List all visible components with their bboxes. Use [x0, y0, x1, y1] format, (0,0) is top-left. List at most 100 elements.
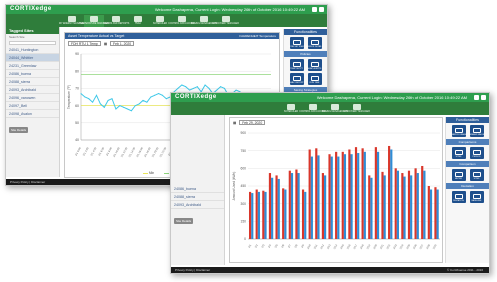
- data-point: [115, 108, 117, 110]
- calendar-icon[interactable]: ▦: [104, 42, 107, 46]
- x-tick-label: 2/17: [352, 243, 358, 250]
- data-point: [92, 101, 94, 103]
- bar: [401, 173, 404, 239]
- data-point: [158, 93, 160, 95]
- site-item[interactable]: 24098_Avalon: [6, 110, 59, 118]
- baseline-button[interactable]: BASELINE: [469, 191, 484, 203]
- site-item-selected[interactable]: 24044_Whittier: [6, 54, 59, 62]
- y-tick-label: 60: [75, 104, 79, 108]
- date-select[interactable]: Feb 1, 2020: [110, 41, 135, 46]
- dollar-icon: [200, 16, 208, 22]
- x-tick-label: 2/23: [392, 243, 398, 250]
- x-tick-label: 2/2: [254, 243, 260, 249]
- compare-sites-button[interactable]: SITES: [451, 147, 466, 159]
- bar: [264, 191, 267, 239]
- y-tick-label: 750: [240, 149, 246, 153]
- module-billing-management[interactable]: BILLING MANAGEMENT: [191, 15, 217, 27]
- energy-icon: [454, 128, 463, 133]
- x-tick-label: 2/22: [385, 243, 391, 250]
- module-trends-reports[interactable]: TRENDS AND REPORTS: [103, 15, 129, 27]
- site-item[interactable]: 24041_Huntington: [6, 46, 59, 54]
- compare-meter-button[interactable]: METER: [451, 169, 466, 181]
- unit-toggle[interactable]: FAHRENHEIT Temperature: [239, 33, 276, 39]
- demand-value-button[interactable]: DEMAND VALUE: [469, 125, 484, 137]
- bar: [357, 153, 360, 239]
- bar: [414, 168, 417, 239]
- module-billing-management[interactable]: BILLING MANAGEMENT: [322, 103, 348, 115]
- site-item[interactable]: 24086_buena: [6, 70, 59, 78]
- hvac-report-button[interactable]: HVAC REPORT: [289, 73, 304, 85]
- search-label: Search Site: [9, 35, 25, 39]
- sidebar-title: Tagged Sites: [6, 27, 59, 34]
- site-item[interactable]: 24097_Bell: [6, 102, 59, 110]
- data-point: [154, 94, 156, 96]
- bar: [277, 178, 280, 239]
- module-temperature-manager[interactable]: TEMPERATURE MANAGER: [79, 15, 109, 27]
- hvac-alerts-button[interactable]: HVAC ALERTS: [307, 59, 322, 71]
- bar: [370, 177, 373, 239]
- run-time-button[interactable]: RUN TIME: [307, 73, 322, 85]
- logout-icon[interactable]: [319, 7, 324, 12]
- bar: [328, 154, 331, 239]
- chart-icon: [112, 16, 120, 22]
- module-scheduler[interactable]: SCHEDULER: [150, 15, 170, 27]
- baseline-icon: [472, 194, 481, 199]
- bar: [434, 187, 437, 239]
- tagged-sites-sidebar: Tagged Sites Search Site 24041_Huntingto…: [6, 27, 60, 177]
- site-item[interactable]: 24086_buena: [171, 185, 224, 193]
- footer-links[interactable]: Privacy Policy | Disclaimer: [175, 268, 210, 272]
- date-select[interactable]: Feb 29, 2020: [239, 120, 266, 125]
- compare-sites2-button[interactable]: SITES: [469, 169, 484, 181]
- zone-settings-button[interactable]: ZONE SETTINGS: [288, 37, 305, 49]
- bar: [368, 175, 371, 239]
- search-input[interactable]: [9, 41, 56, 45]
- site-item[interactable]: 24231_Greenlaw: [6, 62, 59, 70]
- site-item[interactable]: 24088_sierra: [6, 78, 59, 86]
- meter-icon: [454, 172, 463, 177]
- site-details-button[interactable]: Site Details: [9, 127, 29, 133]
- bar: [324, 175, 327, 239]
- site-details-button[interactable]: Site Details: [174, 218, 194, 224]
- module-scheduler[interactable]: SCHEDULER: [281, 103, 301, 115]
- compare-period-button[interactable]: PERIOD: [469, 147, 484, 159]
- data-point: [123, 106, 125, 108]
- temp-setpoint-button[interactable]: TEMP SETPT: [289, 59, 304, 71]
- data-point: [142, 99, 144, 101]
- data-point: [130, 110, 132, 112]
- device-select[interactable]: FDH RTU 1 Temp: [68, 41, 101, 46]
- y-tick-label: 450: [240, 184, 246, 188]
- deviation-button[interactable]: DEVIATION: [451, 191, 466, 203]
- calendar-icon[interactable]: ▦: [233, 121, 236, 125]
- bar: [381, 171, 384, 239]
- site-item[interactable]: 24096_vanowen: [6, 94, 59, 102]
- bar: [308, 149, 311, 239]
- x-tick-label: 2/1: [247, 243, 253, 249]
- functionalities-title: Functionalities: [446, 117, 489, 123]
- module-discovery-manager[interactable]: DISCOVERY MANAGER: [213, 15, 239, 27]
- sites-icon: [454, 150, 463, 155]
- x-tick-label: 2/9: [300, 243, 306, 249]
- alert-icon: [310, 62, 319, 67]
- energy-usage-button[interactable]: ENERGY USAGE: [451, 125, 466, 137]
- site-item[interactable]: 24093_Archibald: [171, 201, 224, 209]
- demand-icon: [472, 128, 481, 133]
- home-icon[interactable]: [312, 7, 317, 12]
- data-point: [99, 103, 101, 105]
- bar: [394, 168, 397, 239]
- sensor-details-button[interactable]: SENSOR DETAILS: [306, 37, 323, 49]
- tagged-sites-sidebar: 24086_buena 24088_sierra 24093_Archibald…: [171, 115, 225, 265]
- energy-bar-chart: 0150300450600750900Amount Used (kWh)2/1 2…: [232, 131, 440, 250]
- site-item[interactable]: 24093_Archibald: [6, 86, 59, 94]
- module-discovery-manager[interactable]: DISCOVERY MANAGER: [344, 103, 370, 115]
- module-hvac[interactable]: HVAC: [128, 15, 148, 27]
- site-item[interactable]: 24088_sierra: [171, 193, 224, 201]
- logout-icon[interactable]: [481, 95, 486, 100]
- y-tick-label: 900: [240, 131, 246, 135]
- x-tick-label: 2/1 8:00: [105, 146, 113, 157]
- module-my-energy-manager[interactable]: MY ENERGY MANAGER: [59, 15, 85, 27]
- home-icon[interactable]: [474, 95, 479, 100]
- module-control-data-access[interactable]: CONTROL DATA ACCESS: [299, 103, 327, 115]
- network-icon: [309, 104, 317, 110]
- footer-links[interactable]: Privacy Policy | Disclaimer: [10, 180, 45, 184]
- module-control-data-access[interactable]: CONTROL DATA ACCESS: [168, 15, 196, 27]
